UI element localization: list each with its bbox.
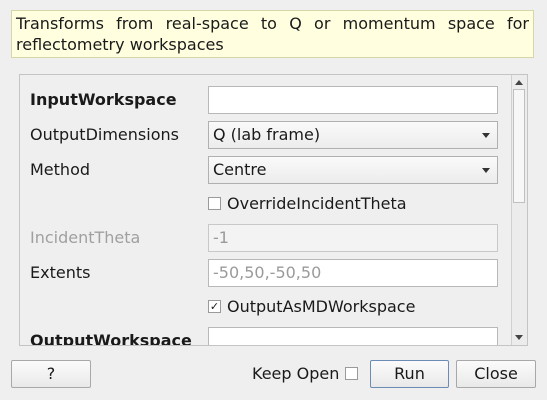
run-button[interactable]: Run [370, 360, 449, 388]
help-button[interactable]: ? [11, 360, 91, 388]
output-as-md-workspace-checkbox[interactable]: ✓ OutputAsMDWorkspace [208, 292, 415, 322]
keep-open-checkbox[interactable] [345, 366, 359, 380]
algorithm-description: Transforms from real-space to Q or momen… [11, 10, 534, 58]
row-method: Method Centre [20, 155, 510, 185]
method-label: Method [30, 160, 91, 179]
chevron-down-icon [482, 168, 490, 173]
output-dimensions-label: OutputDimensions [30, 125, 179, 144]
output-as-md-workspace-label: OutputAsMDWorkspace [227, 297, 416, 316]
override-incident-theta-label: OverrideIncidentTheta [227, 194, 407, 213]
checkbox-box[interactable] [208, 196, 221, 210]
extents-label: Extents [30, 263, 91, 282]
row-extents: Extents -50,50,-50,50 [20, 258, 510, 288]
scroll-up-arrow-icon[interactable] [515, 80, 523, 85]
method-select[interactable]: Centre [208, 156, 498, 184]
output-workspace-field[interactable] [208, 327, 498, 345]
chevron-down-icon [482, 133, 490, 138]
method-value: Centre [213, 160, 267, 179]
row-output-workspace: OutputWorkspace [20, 326, 510, 346]
incident-theta-label: IncidentTheta [30, 228, 141, 247]
output-dimensions-select[interactable]: Q (lab frame) [208, 121, 498, 149]
scroll-down-arrow-icon[interactable] [515, 335, 523, 340]
scrollbar-thumb[interactable] [513, 89, 525, 203]
row-output-dimensions: OutputDimensions Q (lab frame) [20, 120, 510, 150]
extents-field[interactable]: -50,50,-50,50 [208, 259, 498, 287]
properties-panel: InputWorkspace OutputDimensions Q (lab f… [19, 74, 528, 346]
output-workspace-label: OutputWorkspace [30, 331, 192, 346]
row-input-workspace: InputWorkspace [20, 85, 510, 115]
checkmark-icon[interactable]: ✓ [208, 299, 221, 313]
override-incident-theta-checkbox[interactable]: OverrideIncidentTheta [208, 189, 407, 219]
row-incident-theta: IncidentTheta -1 [20, 223, 510, 253]
row-override-incident-theta: OverrideIncidentTheta [20, 189, 510, 219]
output-dimensions-value: Q (lab frame) [213, 125, 321, 144]
row-output-as-md-workspace: ✓ OutputAsMDWorkspace [20, 292, 510, 322]
keep-open-label: Keep Open [252, 364, 340, 383]
input-workspace-label: InputWorkspace [30, 90, 177, 109]
keep-open-option[interactable]: Keep Open [252, 360, 359, 388]
properties-scrollbar[interactable] [511, 75, 527, 345]
close-button[interactable]: Close [456, 360, 536, 388]
input-workspace-field[interactable] [208, 86, 498, 114]
incident-theta-field: -1 [208, 224, 498, 252]
